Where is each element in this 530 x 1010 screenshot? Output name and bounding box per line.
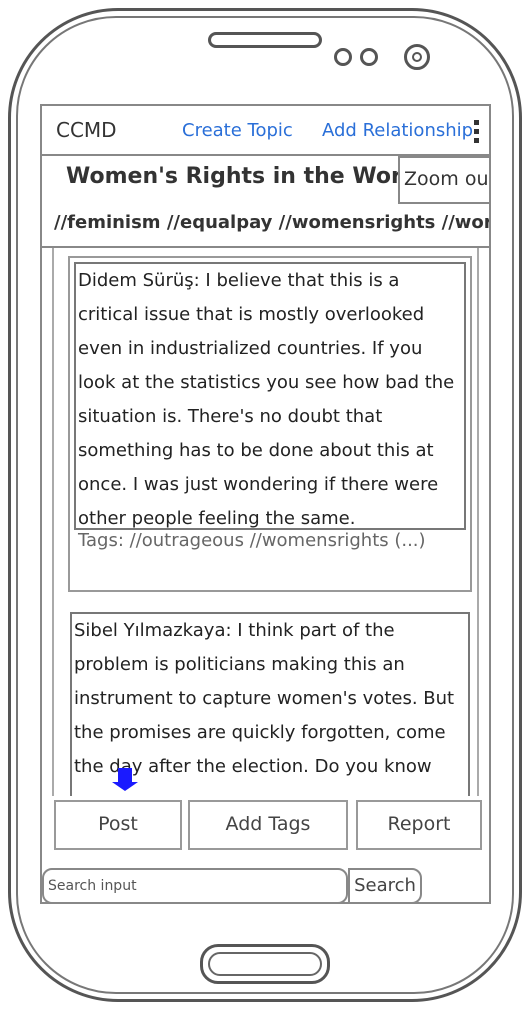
- post-tags[interactable]: Tags: //outrageous //womensrights (...): [78, 530, 426, 551]
- scroll-down-arrow-icon[interactable]: [112, 768, 138, 791]
- create-topic-link[interactable]: Create Topic: [182, 120, 293, 141]
- post-card: Didem Sürüş: I believe that this is a cr…: [68, 256, 472, 592]
- posts-scroll-area[interactable]: Didem Sürüş: I believe that this is a cr…: [52, 248, 479, 796]
- topic-title: Women's Rights in the Workplace: [66, 164, 406, 189]
- app-screen: CCMD Create Topic Add Relationship Women…: [40, 104, 491, 904]
- camera-dot-left: [334, 48, 352, 66]
- app-name: CCMD: [56, 118, 117, 142]
- search-input[interactable]: Search input: [42, 868, 348, 902]
- post-body: Didem Sürüş: I believe that this is a cr…: [74, 262, 466, 530]
- add-tags-button[interactable]: Add Tags: [188, 800, 348, 850]
- report-button[interactable]: Report: [356, 800, 482, 850]
- front-camera-icon: [404, 44, 430, 70]
- top-action-bar: CCMD Create Topic Add Relationship: [42, 106, 489, 156]
- camera-dot-right: [360, 48, 378, 66]
- speaker-grille: [208, 32, 322, 48]
- overflow-menu-icon[interactable]: [474, 120, 480, 143]
- search-button[interactable]: Search: [348, 868, 422, 902]
- post-button[interactable]: Post: [54, 800, 182, 850]
- zoom-out-button[interactable]: Zoom out: [398, 156, 489, 204]
- topic-title-bar: Women's Rights in the Workplace Zoom out: [42, 156, 489, 206]
- add-relationship-link[interactable]: Add Relationship: [322, 120, 473, 141]
- topic-tags: //feminism //equalpay //womensrights //w…: [42, 206, 489, 248]
- home-button[interactable]: [200, 944, 330, 984]
